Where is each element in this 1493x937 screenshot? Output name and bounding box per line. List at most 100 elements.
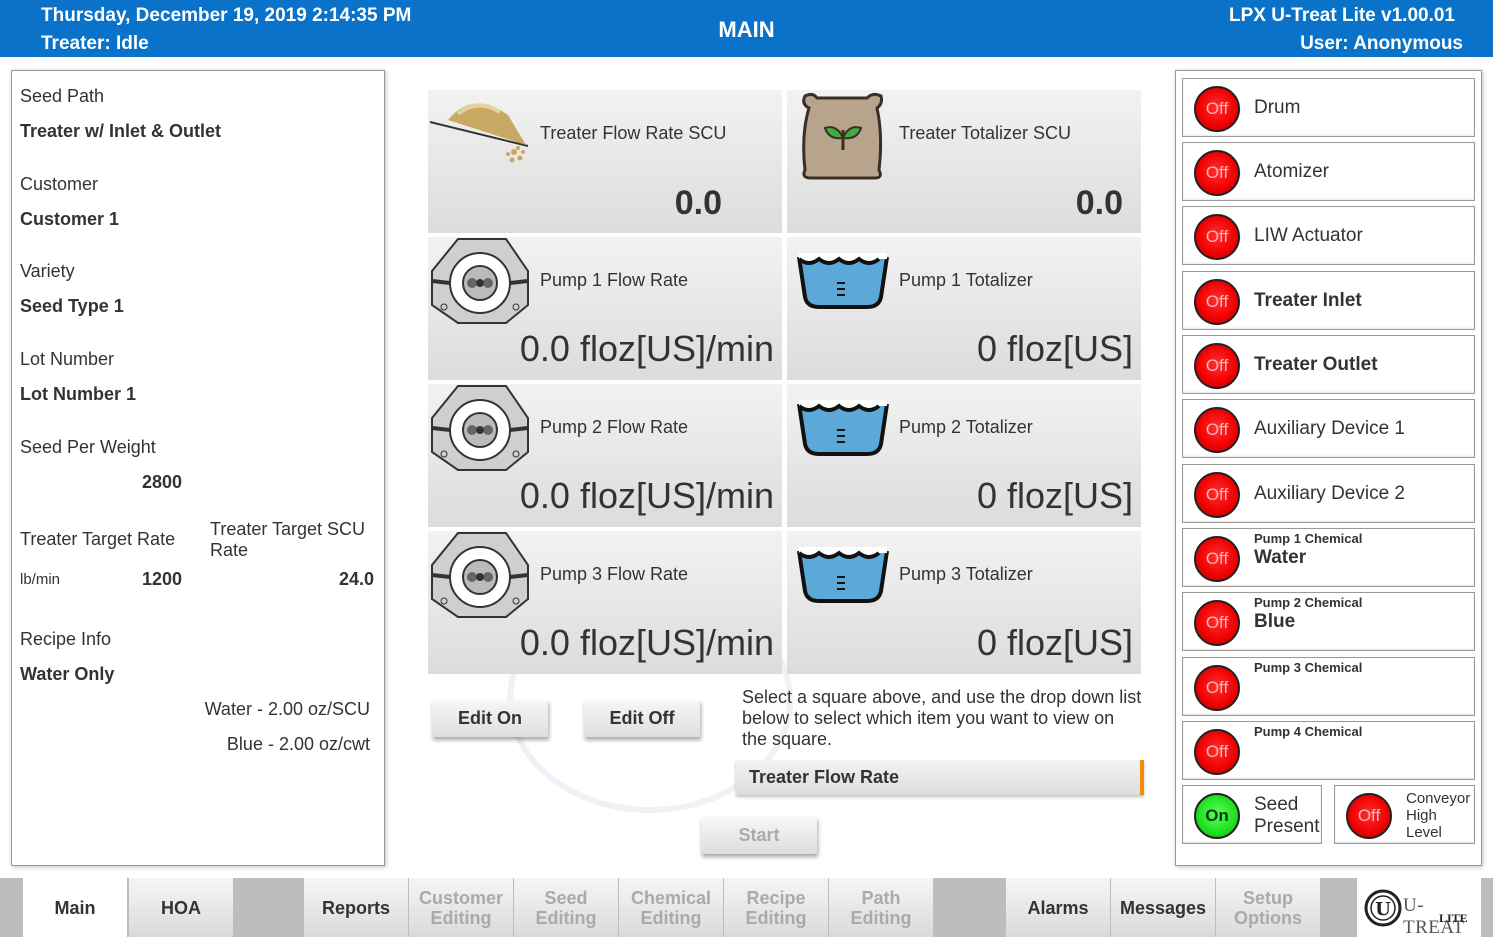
status-indicator[interactable]: Off (1194, 665, 1240, 711)
tile-label: Pump 2 Flow Rate (540, 417, 689, 437)
header-bar: Thursday, December 19, 2019 2:14:35 PM T… (0, 0, 1493, 57)
device-pump-2[interactable]: Off Pump 2 Chemical Blue (1182, 592, 1475, 651)
tile-pump2-totalizer[interactable]: Pump 2 Totalizer 0 floz[US] (787, 384, 1141, 527)
seed-path-label: Seed Path (20, 86, 105, 106)
nav-seed-editing[interactable]: Seed Editing (514, 878, 618, 937)
status-indicator[interactable]: Off (1194, 214, 1240, 260)
tile-pump3-totalizer[interactable]: Pump 3 Totalizer 0 floz[US] (787, 531, 1141, 674)
device-liw-actuator[interactable]: Off LIW Actuator (1182, 206, 1475, 265)
customer-value: Customer 1 (20, 209, 120, 229)
edit-on-button[interactable]: Edit On (432, 700, 548, 737)
tile-label: Treater Totalizer SCU (899, 123, 1072, 143)
sensor-seed-present[interactable]: On Seed Present (1182, 785, 1322, 844)
target-scu-label: Treater Target SCU Rate (210, 519, 366, 560)
tile-value: 0 floz[US] (976, 328, 1133, 369)
tile-treater-flow-rate[interactable]: Treater Flow Rate SCU 0.0 (428, 90, 782, 233)
status-indicator[interactable]: Off (1194, 279, 1240, 325)
device-treater-outlet[interactable]: Off Treater Outlet (1182, 335, 1475, 394)
device-atomizer[interactable]: Off Atomizer (1182, 142, 1475, 201)
device-label: Auxiliary Device 1 (1254, 418, 1405, 439)
recipe-line-blue: Blue - 2.00 oz/cwt (226, 734, 370, 754)
pump-label: Pump 1 Chemical (1254, 531, 1363, 546)
nav-setup-options[interactable]: Setup Options (1216, 878, 1320, 937)
status-indicator[interactable]: Off (1346, 793, 1392, 839)
status-indicator[interactable]: Off (1194, 343, 1240, 389)
tile-label: Pump 2 Totalizer (899, 417, 1033, 437)
tile-label: Pump 3 Flow Rate (540, 564, 689, 584)
nav-path-editing[interactable]: Path Editing (829, 878, 933, 937)
edit-off-button[interactable]: Edit Off (584, 700, 700, 737)
device-treater-inlet[interactable]: Off Treater Inlet (1182, 271, 1475, 330)
tile-label: Pump 3 Totalizer (899, 564, 1033, 584)
tile-value: 0 floz[US] (976, 622, 1133, 663)
device-auxiliary-1[interactable]: Off Auxiliary Device 1 (1182, 399, 1475, 458)
customer-label: Customer (20, 174, 99, 194)
pump-chemical: Blue (1254, 611, 1296, 632)
device-pump-1[interactable]: Off Pump 1 Chemical Water (1182, 528, 1475, 587)
nav-hoa[interactable]: HOA (129, 878, 233, 937)
pump-label: Pump 2 Chemical (1254, 595, 1363, 610)
water-basin-icon (797, 253, 889, 309)
status-indicator[interactable]: Off (1194, 407, 1240, 453)
device-pump-4[interactable]: Off Pump 4 Chemical (1182, 721, 1475, 780)
tile-value: 0.0 floz[US]/min (519, 622, 774, 663)
u-treat-logo: U U-TREAT LITE (1357, 878, 1481, 937)
recipe-info-label: Recipe Info (20, 629, 112, 649)
device-drum[interactable]: Off Drum (1182, 78, 1475, 137)
pump-label: Pump 4 Chemical (1254, 724, 1363, 739)
status-indicator[interactable]: Off (1194, 150, 1240, 196)
tile-pump3-flow-rate[interactable]: Pump 3 Flow Rate 0.0 floz[US]/min (428, 531, 782, 674)
tile-instructions: Select a square above, and use the drop … (742, 687, 1142, 749)
sensor-conveyor-high-level[interactable]: Off Conveyor High Level (1334, 785, 1475, 844)
tile-value: 0.0 floz[US]/min (519, 475, 774, 516)
tile-treater-totalizer[interactable]: Treater Totalizer SCU 0.0 (787, 90, 1141, 233)
status-indicator[interactable]: Off (1194, 86, 1240, 132)
nav-main[interactable]: Main (23, 878, 127, 937)
device-auxiliary-2[interactable]: Off Auxiliary Device 2 (1182, 464, 1475, 523)
nav-alarms[interactable]: Alarms (1006, 878, 1110, 937)
tile-label: Pump 1 Flow Rate (540, 270, 689, 290)
status-indicator[interactable]: Off (1194, 600, 1240, 646)
tile-item-dropdown[interactable]: Treater Flow Rate (736, 760, 1144, 795)
seed-bag-icon (802, 92, 883, 180)
nav-messages[interactable]: Messages (1111, 878, 1215, 937)
tile-value: 0 floz[US] (976, 475, 1133, 516)
water-basin-icon (797, 547, 889, 603)
device-pump-3[interactable]: Off Pump 3 Chemical (1182, 657, 1475, 716)
status-indicator[interactable]: Off (1194, 729, 1240, 775)
status-indicator[interactable]: Off (1194, 472, 1240, 518)
device-label: Treater Outlet (1254, 354, 1378, 375)
target-rate-label: Treater Target Rate (20, 529, 176, 549)
nav-customer-editing[interactable]: Customer Editing (409, 878, 513, 937)
device-label: Drum (1254, 97, 1301, 118)
tile-label: Treater Flow Rate SCU (540, 123, 727, 143)
device-label: Atomizer (1254, 161, 1329, 182)
nav-reports[interactable]: Reports (304, 878, 408, 937)
tile-value: 0.0 (674, 184, 722, 222)
nav-chemical-editing[interactable]: Chemical Editing (619, 878, 723, 937)
seed-per-weight-value: 2800 (142, 472, 183, 492)
target-scu-value: 24.0 (338, 569, 374, 589)
nav-recipe-editing[interactable]: Recipe Editing (724, 878, 828, 937)
device-label: Auxiliary Device 2 (1254, 483, 1405, 504)
recipe-line-water: Water - 2.00 oz/SCU (204, 699, 370, 719)
status-indicator[interactable]: Off (1194, 536, 1240, 582)
variety-label: Variety (20, 261, 75, 281)
bottom-nav: Main HOA Reports Customer Editing Seed E… (0, 878, 1493, 937)
batch-info-panel: Seed Path Treater w/ Inlet & Outlet Cust… (11, 70, 385, 866)
peristaltic-pump-icon (431, 385, 529, 471)
app-version: LPX U-Treat Lite v1.00.01 (1229, 5, 1455, 26)
svg-text:U: U (1375, 899, 1391, 920)
start-button[interactable]: Start (701, 817, 817, 854)
tile-pump1-flow-rate[interactable]: Pump 1 Flow Rate 0.0 floz[US]/min (428, 237, 782, 380)
tile-pump1-totalizer[interactable]: Pump 1 Totalizer 0 floz[US] (787, 237, 1141, 380)
seed-path-value: Treater w/ Inlet & Outlet (20, 121, 222, 141)
status-indicator[interactable]: On (1194, 793, 1240, 839)
tile-pump2-flow-rate[interactable]: Pump 2 Flow Rate 0.0 floz[US]/min (428, 384, 782, 527)
pump-chemical: Water (1254, 547, 1307, 568)
tile-value: 0.0 (1075, 184, 1123, 222)
device-label: Conveyor High Level (1406, 790, 1471, 841)
lot-number-value: Lot Number 1 (20, 384, 137, 404)
peristaltic-pump-icon (431, 532, 529, 618)
device-status-panel: Off Drum Off Atomizer Off LIW Actuator O… (1175, 70, 1482, 866)
